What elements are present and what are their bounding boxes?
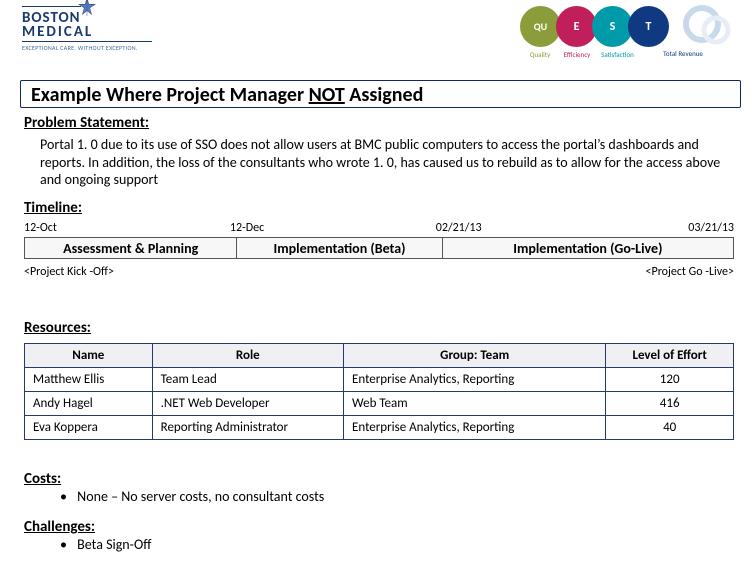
cell-role: Team Lead [152,368,343,392]
table-row: Matthew Ellis Team Lead Enterprise Analy… [25,368,734,392]
cell-loe: 40 [606,416,734,440]
quest-q-icon: QU [520,6,561,47]
quest-circles: QU E S T [520,6,669,47]
costs-item: • None – No server costs, no consultant … [60,488,734,505]
costs-section: Costs: • None – No server costs, no cons… [24,470,734,505]
resources-section: Resources: Name Role Group: Team Level o… [24,319,734,440]
cell-role: Reporting Administrator [152,416,343,440]
page-title: Example Where Project Manager NOT Assign… [21,81,740,109]
cell-name: Eva Koppera [25,416,153,440]
cell-loe: 120 [606,368,734,392]
timeline-date-2: 12-Dec [230,221,264,235]
costs-label: Costs: [24,470,734,488]
resources-table: Name Role Group: Team Level of Effort Ma… [24,343,734,440]
th-name: Name [25,344,153,368]
timeline-date-4: 03/21/13 [688,221,734,235]
title-bar: Example Where Project Manager NOT Assign… [20,80,741,108]
header: BOSTON MEDICAL EXCEPTIONAL CARE. WITHOUT… [22,6,734,72]
bullet-icon: • [60,536,74,553]
title-not: NOT [309,83,345,107]
quest-logo: QU E S T Quality Efficiency Satisfaction… [520,6,730,70]
cell-group: Enterprise Analytics, Reporting [344,416,606,440]
quest-tag-revenue: Total Revenue [636,50,730,59]
table-row: Eva Koppera Reporting Administrator Ente… [25,416,734,440]
th-group: Group: Team [344,344,606,368]
challenges-section: Challenges: • Beta Sign-Off [24,518,734,553]
bullet-icon: • [60,488,74,505]
quest-e-icon: E [556,6,597,47]
timeline-phase-assessment: Assessment & Planning [25,238,237,258]
problem-section: Problem Statement: Portal 1. 0 due to it… [24,114,728,189]
slide: BOSTON MEDICAL EXCEPTIONAL CARE. WITHOUT… [0,0,756,576]
timeline-date-1: 12-Oct [24,221,57,235]
th-loe: Level of Effort [606,344,734,368]
cell-loe: 416 [606,392,734,416]
timeline-notes: <Project Kick -Off> <Project Go -Live> [24,265,734,287]
resources-label: Resources: [24,319,734,337]
quest-tag-quality: Quality [520,50,560,59]
cell-group: Enterprise Analytics, Reporting [344,368,606,392]
quest-s-icon: S [592,6,633,47]
challenges-label: Challenges: [24,518,734,536]
bmc-tagline: EXCEPTIONAL CARE. WITHOUT EXCEPTION. [22,41,152,52]
timeline-dates: 12-Oct 12-Dec 02/21/13 03/21/13 [24,221,734,237]
cell-role: .NET Web Developer [152,392,343,416]
timeline-date-3: 02/21/13 [436,221,482,235]
table-row: Andy Hagel .NET Web Developer Web Team 4… [25,392,734,416]
problem-label: Problem Statement: [24,114,728,132]
timeline-section: Timeline: 12-Oct 12-Dec 02/21/13 03/21/1… [24,199,734,287]
title-suffix: Assigned [345,83,424,107]
title-prefix: Example Where Project Manager [31,83,309,107]
timeline-phases: Assessment & Planning Implementation (Be… [24,237,734,259]
quest-tag-efficiency: Efficiency [555,50,599,59]
challenges-item: • Beta Sign-Off [60,536,734,553]
quest-t-icon: T [628,6,669,47]
problem-body: Portal 1. 0 due to its use of SSO does n… [40,136,726,189]
cell-name: Andy Hagel [25,392,153,416]
quest-rings-icon [680,4,736,50]
timeline-phase-golive: Implementation (Go-Live) [443,238,733,258]
th-role: Role [152,344,343,368]
bmc-star-icon [78,0,96,18]
bmc-logo: BOSTON MEDICAL EXCEPTIONAL CARE. WITHOUT… [22,6,152,52]
timeline-label: Timeline: [24,199,734,217]
cell-group: Web Team [344,392,606,416]
costs-text: None – No server costs, no consultant co… [77,488,324,505]
timeline-note-golive: <Project Go -Live> [646,265,734,279]
table-header-row: Name Role Group: Team Level of Effort [25,344,734,368]
timeline-note-kickoff: <Project Kick -Off> [24,265,114,279]
challenges-text: Beta Sign-Off [77,536,151,553]
quest-tags: Quality Efficiency Satisfaction Total Re… [520,50,730,59]
timeline-phase-beta: Implementation (Beta) [237,238,442,258]
bmc-brand-top: BOSTON [22,6,81,27]
cell-name: Matthew Ellis [25,368,153,392]
quest-tag-satisfaction: Satisfaction [594,50,641,59]
